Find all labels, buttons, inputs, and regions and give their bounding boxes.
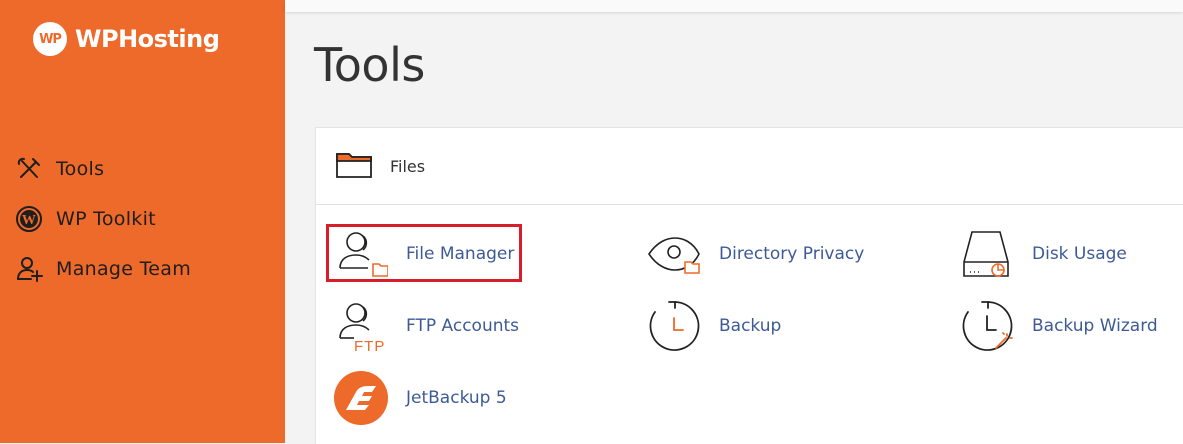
disk-usage-icon [958,226,1014,282]
svg-text:FTP: FTP [354,338,385,354]
sidebar: WP WPHosting Tools W WP Toolkit Manage T… [0,0,285,443]
sidebar-item-label: WP Toolkit [56,208,156,230]
user-folder-icon [332,226,388,282]
backup-link[interactable]: Backup [645,298,781,354]
wordpress-icon: W [14,204,44,234]
tool-label: FTP Accounts [406,316,520,336]
sidebar-item-label: Manage Team [56,258,192,280]
directory-privacy-link[interactable]: Directory Privacy [645,226,864,282]
jetbackup-link[interactable]: JetBackup 5 [332,370,507,426]
files-panel-header[interactable]: Files [316,128,1183,205]
ftp-accounts-link[interactable]: FTP FTP Accounts [332,298,519,354]
jetbackup-logo-icon [332,370,388,426]
backup-clock-icon [645,298,701,354]
sidebar-item-wp-toolkit[interactable]: W WP Toolkit [14,194,191,244]
sidebar-item-tools[interactable]: Tools [14,144,191,194]
tool-label: JetBackup 5 [406,388,507,408]
disk-usage-link[interactable]: Disk Usage [958,226,1127,282]
tool-label: Backup [719,316,782,336]
tool-label: Backup Wizard [1032,316,1158,336]
brand-badge-icon: WP [33,22,67,56]
backup-wizard-link[interactable]: Backup Wizard [958,298,1158,354]
tool-label: File Manager [406,244,515,264]
file-manager-link[interactable]: File Manager [332,226,514,282]
tool-label: Directory Privacy [719,244,865,264]
page-title: Tools [314,38,425,92]
folder-icon [336,150,372,183]
sidebar-item-manage-team[interactable]: Manage Team [14,244,191,294]
add-user-icon [14,254,44,284]
eye-folder-icon [645,226,701,282]
tools-icon [14,154,44,184]
backup-wizard-icon [958,298,1014,354]
tool-label: Disk Usage [1032,244,1127,264]
top-bar [285,0,1183,12]
ftp-user-icon: FTP [332,298,388,354]
brand-logo[interactable]: WP WPHosting [33,22,220,56]
files-section-title: Files [390,156,426,176]
brand-name: WPHosting [75,25,220,53]
sidebar-item-label: Tools [56,158,105,180]
sidebar-nav: Tools W WP Toolkit Manage Team [14,144,191,294]
svg-text:W: W [22,213,36,228]
